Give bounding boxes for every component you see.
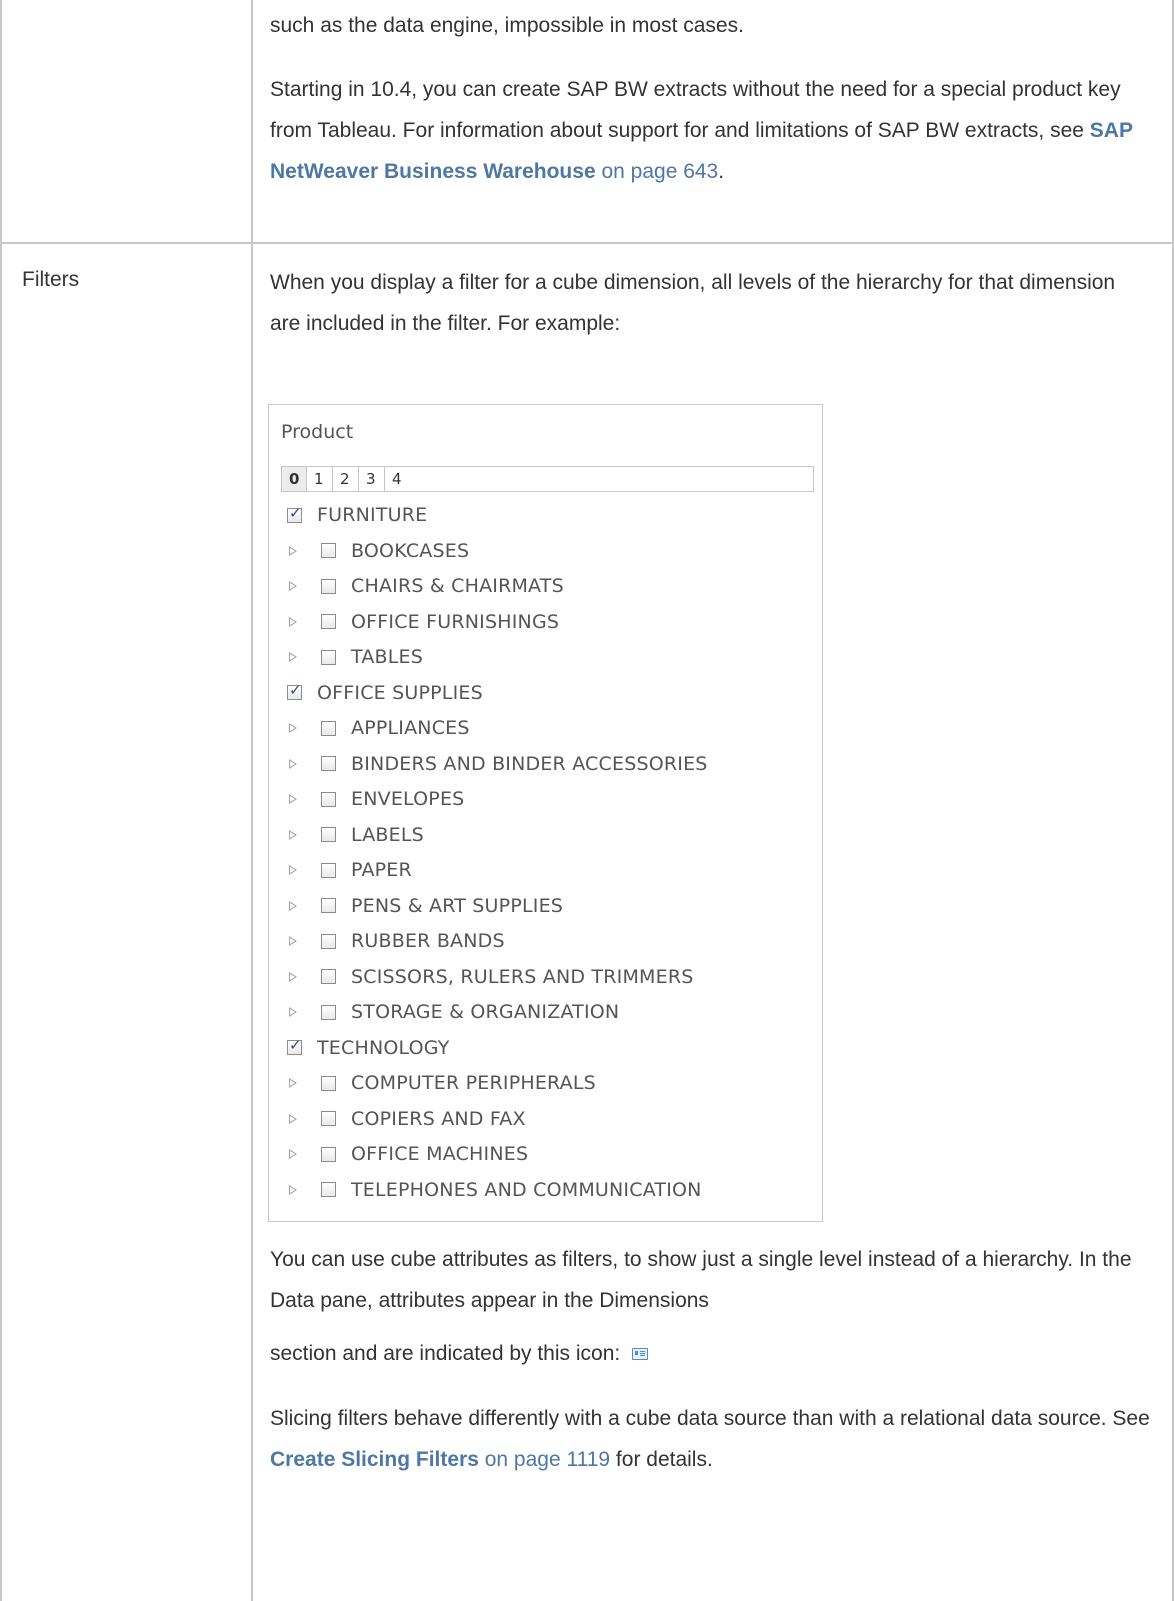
- expand-arrow-icon[interactable]: [289, 794, 297, 804]
- expand-arrow-icon[interactable]: [289, 1184, 297, 1195]
- checkbox[interactable]: [321, 649, 336, 665]
- slicing-paragraph: Slicing filters behave differently with …: [270, 1407, 1150, 1471]
- checkbox[interactable]: [321, 969, 336, 984]
- tree-item-label: RUBBER BANDS: [351, 930, 505, 952]
- tree-item[interactable]: RUBBER BANDS: [289, 926, 505, 956]
- tree-item-label: OFFICE SUPPLIES: [317, 681, 483, 704]
- tree-item[interactable]: TELEPHONES AND COMMUNICATION: [289, 1175, 702, 1205]
- tree-item-label: APPLIANCES: [351, 717, 470, 739]
- document-table: such as the data engine, impossible in m…: [0, 0, 1174, 1601]
- tree-item[interactable]: FURNITURE: [287, 500, 427, 530]
- table-left-border: [0, 0, 2, 1601]
- checkbox[interactable]: [321, 1146, 336, 1162]
- expand-arrow-icon[interactable]: [289, 900, 297, 911]
- checkbox[interactable]: [321, 578, 336, 594]
- expand-arrow-icon[interactable]: [289, 652, 297, 662]
- tree-item-label: OFFICE MACHINES: [351, 1143, 529, 1165]
- tree-item[interactable]: ENVELOPES: [289, 784, 464, 814]
- checkbox[interactable]: [287, 504, 302, 523]
- create-slicing-filters-link[interactable]: Create Slicing Filters on page 1119: [270, 1448, 610, 1471]
- row1-paragraph: Starting in 10.4, you can create SAP BW …: [270, 78, 1133, 183]
- tree-item[interactable]: PAPER: [289, 855, 412, 885]
- checkbox[interactable]: [321, 1004, 336, 1020]
- expand-arrow-icon[interactable]: [289, 829, 297, 840]
- checkbox[interactable]: [321, 756, 336, 771]
- checkbox[interactable]: [321, 1111, 336, 1126]
- checkbox[interactable]: [321, 543, 336, 558]
- tree-item-label: SCISSORS, RULERS AND TRIMMERS: [351, 965, 694, 988]
- checkbox[interactable]: [321, 1075, 336, 1091]
- tree-item-label: ENVELOPES: [351, 788, 465, 810]
- checkbox[interactable]: [321, 791, 336, 807]
- expand-arrow-icon[interactable]: [289, 1113, 297, 1124]
- table-column-divider: [251, 0, 253, 1601]
- tree-item-label: BINDERS AND BINDER ACCESSORIES: [351, 752, 708, 775]
- tree-item[interactable]: CHAIRS & CHAIRMATS: [289, 571, 564, 601]
- table-row-divider: [0, 242, 1174, 244]
- expand-arrow-icon[interactable]: [289, 1007, 297, 1017]
- tree-item-label: BOOKCASES: [351, 539, 470, 562]
- attributes-icon-line: section and are indicated by this icon:: [270, 1336, 1150, 1372]
- tree-item-label: FURNITURE: [317, 504, 428, 526]
- checkbox[interactable]: [321, 898, 336, 913]
- tree-item[interactable]: PENS & ART SUPPLIES: [289, 891, 563, 921]
- checkbox[interactable]: [287, 1036, 302, 1055]
- tree-item-label: TECHNOLOGY: [317, 1036, 450, 1059]
- expand-arrow-icon[interactable]: [289, 971, 297, 982]
- tree-item-label: STORAGE & ORGANIZATION: [351, 1001, 620, 1023]
- expand-arrow-icon[interactable]: [289, 581, 297, 591]
- filter-title: Product: [281, 421, 354, 443]
- row2-label: Filters: [22, 268, 80, 291]
- level-button-2[interactable]: 2: [333, 467, 359, 491]
- tree-item[interactable]: APPLIANCES: [289, 713, 470, 743]
- attribute-icon: [632, 1348, 649, 1361]
- tree-item[interactable]: BINDERS AND BINDER ACCESSORIES: [289, 749, 708, 779]
- tree-item-label: COMPUTER PERIPHERALS: [351, 1072, 596, 1094]
- tree-item-label: CHAIRS & CHAIRMATS: [351, 575, 564, 597]
- level-button-3[interactable]: 3: [359, 467, 385, 491]
- tree-item-label: TELEPHONES AND COMMUNICATION: [351, 1178, 702, 1201]
- tree-item[interactable]: TECHNOLOGY: [287, 1033, 450, 1063]
- checkbox[interactable]: [321, 614, 336, 629]
- expand-arrow-icon[interactable]: [289, 616, 297, 627]
- attributes-paragraph: You can use cube attributes as filters, …: [270, 1248, 1132, 1312]
- row1-continued-text: such as the data engine, impossible in m…: [270, 14, 744, 37]
- tree-item-label: TABLES: [351, 646, 424, 668]
- checkbox[interactable]: [321, 720, 336, 736]
- tree-item[interactable]: BOOKCASES: [289, 536, 469, 566]
- expand-arrow-icon[interactable]: [289, 723, 297, 733]
- tree-item[interactable]: SCISSORS, RULERS AND TRIMMERS: [289, 962, 694, 992]
- expand-arrow-icon[interactable]: [289, 1078, 297, 1088]
- expand-arrow-icon[interactable]: [289, 1149, 297, 1159]
- expand-arrow-icon[interactable]: [289, 545, 297, 556]
- level-button-4[interactable]: 4: [385, 467, 813, 491]
- tree-item-label: PENS & ART SUPPLIES: [351, 894, 564, 917]
- tree-item[interactable]: TABLES: [289, 642, 423, 672]
- expand-arrow-icon[interactable]: [289, 936, 297, 946]
- tree-item[interactable]: OFFICE FURNISHINGS: [289, 607, 559, 637]
- tree-item[interactable]: COMPUTER PERIPHERALS: [289, 1068, 596, 1098]
- tree-item-label: PAPER: [351, 859, 412, 881]
- tree-item[interactable]: COPIERS AND FAX: [289, 1104, 526, 1134]
- checkbox[interactable]: [321, 827, 336, 842]
- expand-arrow-icon[interactable]: [289, 865, 297, 875]
- tree-item[interactable]: OFFICE SUPPLIES: [287, 678, 483, 708]
- checkbox[interactable]: [287, 681, 302, 700]
- tree-item-label: OFFICE FURNISHINGS: [351, 610, 560, 633]
- checkbox[interactable]: [321, 933, 336, 949]
- level-button-0[interactable]: 0: [282, 467, 307, 491]
- level-selector: 0 1 2 3 4: [281, 466, 814, 492]
- tree-item[interactable]: LABELS: [289, 820, 424, 850]
- tree-item[interactable]: OFFICE MACHINES: [289, 1139, 528, 1169]
- product-filter-widget: Product 0 1 2 3 4 FURNITURE BOOKCASES CHAI…: [268, 404, 823, 1222]
- checkbox[interactable]: [321, 862, 336, 878]
- tree-item[interactable]: STORAGE & ORGANIZATION: [289, 997, 619, 1027]
- expand-arrow-icon[interactable]: [289, 758, 297, 769]
- checkbox[interactable]: [321, 1182, 336, 1197]
- filters-intro: When you display a filter for a cube dim…: [270, 271, 1116, 335]
- level-button-1[interactable]: 1: [307, 467, 333, 491]
- tree-item-label: LABELS: [351, 823, 424, 846]
- tree-item-label: COPIERS AND FAX: [351, 1107, 526, 1130]
